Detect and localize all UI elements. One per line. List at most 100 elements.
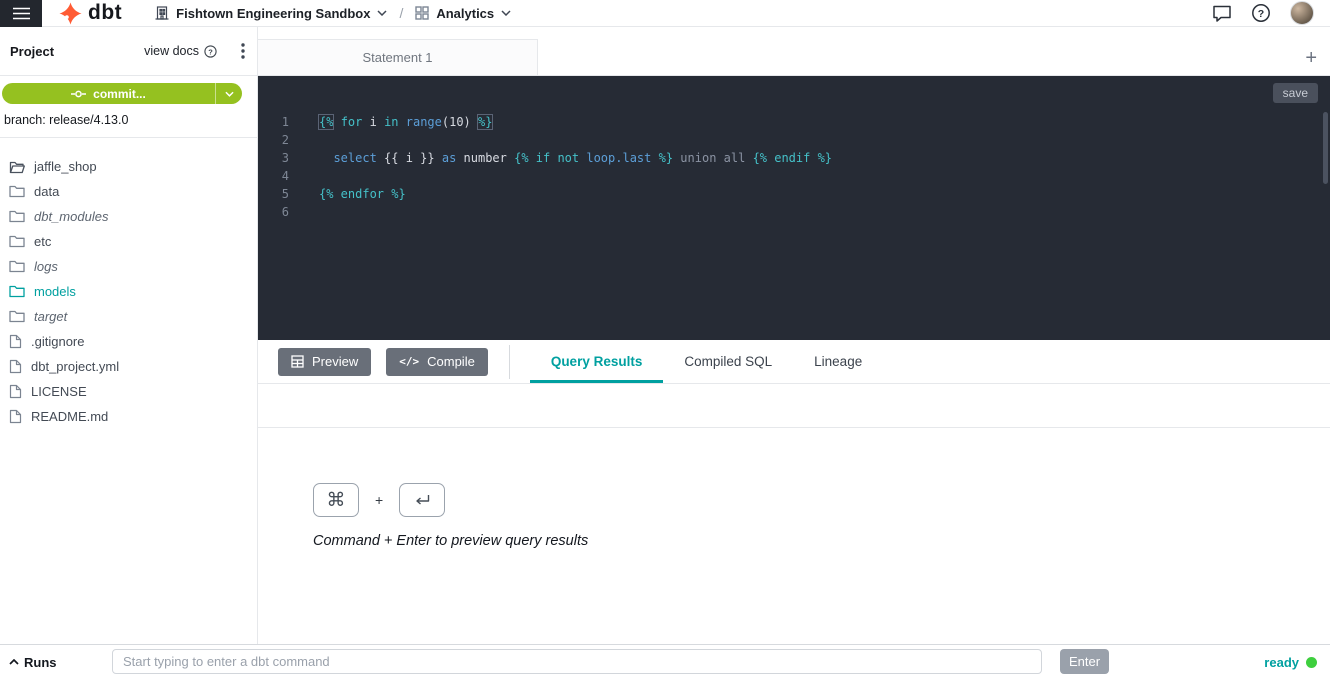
tree-item-label: jaffle_shop <box>34 159 97 174</box>
code-line[interactable]: {% endfor %} <box>319 185 832 203</box>
top-bar: dbt Fishtown Engineering Sandbox / <box>0 0 1330 27</box>
folder-icon <box>9 210 25 223</box>
tree-item-label: data <box>34 184 59 199</box>
file-icon <box>9 384 22 399</box>
tab-lineage[interactable]: Lineage <box>793 340 883 383</box>
tree-item-dbt-modules[interactable]: dbt_modules <box>0 204 257 229</box>
tab-query-results[interactable]: Query Results <box>530 340 664 383</box>
chevron-up-icon <box>9 659 19 665</box>
editor-pane: Statement 1 + save 123456 {% for i in ra… <box>258 27 1330 644</box>
command-key-icon: ⌘ <box>313 483 359 517</box>
keyboard-shortcut: ⌘ + <box>313 483 1330 517</box>
svg-text:?: ? <box>208 47 213 56</box>
hamburger-menu-button[interactable] <box>0 0 42 27</box>
table-icon <box>291 355 304 368</box>
help-icon[interactable]: ? <box>1251 3 1271 23</box>
scrollbar-thumb[interactable] <box>1323 112 1328 184</box>
tree-item-target[interactable]: target <box>0 304 257 329</box>
compile-button[interactable]: </> Compile <box>386 348 488 376</box>
tree-item-label: etc <box>34 234 51 249</box>
runs-toggle[interactable]: Runs <box>9 645 57 679</box>
results-panel: Preview </> Compile Query Results Compil… <box>258 340 1330 644</box>
project-selector[interactable]: Analytics <box>415 6 511 21</box>
user-avatar[interactable] <box>1290 1 1314 25</box>
new-tab-button[interactable]: + <box>1305 48 1317 68</box>
account-selector[interactable]: Fishtown Engineering Sandbox <box>155 6 387 21</box>
enter-button[interactable]: Enter <box>1060 649 1109 674</box>
line-number: 5 <box>258 185 289 203</box>
shortcut-hint: Command + Enter to preview query results <box>313 533 1330 549</box>
editor-tab-bar: Statement 1 + <box>258 27 1330 76</box>
file-tree: jaffle_shop data dbt_modules etc <box>0 138 257 429</box>
code-lines[interactable]: {% for i in range(10) %} select {{ i }} … <box>302 113 832 221</box>
dbt-cloud-ide: dbt Fishtown Engineering Sandbox / <box>0 0 1330 678</box>
grid-icon <box>415 6 429 20</box>
tree-item-gitignore[interactable]: .gitignore <box>0 329 257 354</box>
code-line[interactable]: {% for i in range(10) %} <box>319 113 832 131</box>
code-icon: </> <box>399 355 419 368</box>
code-line[interactable] <box>319 131 832 149</box>
editor-toolbar: save <box>258 76 1330 110</box>
tab-label: Statement 1 <box>362 50 432 65</box>
commit-button[interactable]: commit... <box>2 83 242 104</box>
tree-item-license[interactable]: LICENSE <box>0 379 257 404</box>
git-panel: commit... branch: release/4.13.0 <box>0 76 257 138</box>
results-tabs: Query Results Compiled SQL Lineage <box>530 340 883 383</box>
editor-scrollbar[interactable] <box>1322 112 1329 337</box>
tree-item-label: dbt_project.yml <box>31 359 119 374</box>
tree-item-logs[interactable]: logs <box>0 254 257 279</box>
code-line[interactable]: select {{ i }} as number {% if not loop.… <box>319 149 832 167</box>
results-subheader <box>258 384 1330 428</box>
save-button[interactable]: save <box>1273 83 1318 103</box>
hamburger-icon <box>13 7 30 20</box>
building-icon <box>155 6 169 20</box>
tree-item-jaffle-shop[interactable]: jaffle_shop <box>0 154 257 179</box>
tree-item-readme[interactable]: README.md <box>0 404 257 429</box>
project-name: Analytics <box>436 6 494 21</box>
dbt-logo[interactable]: dbt <box>59 2 122 25</box>
status-indicator: ready <box>1264 645 1317 679</box>
tab-statement-1[interactable]: Statement 1 <box>258 39 538 75</box>
results-content: ⌘ + Command + Enter to preview query res… <box>258 428 1330 644</box>
preview-button-label: Preview <box>312 354 358 369</box>
line-number: 6 <box>258 203 289 221</box>
file-icon <box>9 359 22 374</box>
tree-item-dbt-project-yml[interactable]: dbt_project.yml <box>0 354 257 379</box>
dbt-command-input[interactable] <box>112 649 1042 674</box>
file-icon <box>9 409 22 424</box>
code-area[interactable]: 123456 {% for i in range(10) %} select {… <box>258 110 1330 221</box>
tree-item-label: logs <box>34 259 58 274</box>
tree-item-models[interactable]: models <box>0 279 257 304</box>
tree-item-label: models <box>34 284 76 299</box>
account-name: Fishtown Engineering Sandbox <box>176 6 370 21</box>
svg-text:?: ? <box>1258 8 1264 20</box>
status-dot-icon <box>1306 657 1317 668</box>
line-number: 3 <box>258 149 289 167</box>
commit-dropdown-toggle[interactable] <box>215 83 242 104</box>
file-explorer-sidebar: Project view docs ? <box>0 27 258 644</box>
code-line[interactable] <box>319 167 832 185</box>
folder-icon <box>9 310 25 323</box>
tree-item-etc[interactable]: etc <box>0 229 257 254</box>
tree-item-label: target <box>34 309 67 324</box>
view-docs-label: view docs <box>144 44 199 58</box>
enter-key-icon <box>399 483 445 517</box>
view-docs-link[interactable]: view docs ? <box>144 44 217 58</box>
folder-icon <box>9 185 25 198</box>
results-toolbar: Preview </> Compile Query Results Compil… <box>258 340 1330 384</box>
folder-icon <box>9 285 25 298</box>
code-editor[interactable]: save 123456 {% for i in range(10) %} sel… <box>258 76 1330 340</box>
chat-icon[interactable] <box>1212 4 1232 23</box>
branch-label: branch: release/4.13.0 <box>2 113 257 127</box>
command-bar: Runs Enter ready <box>0 644 1330 678</box>
dbt-logo-icon <box>59 2 82 25</box>
code-line[interactable] <box>319 203 832 221</box>
line-number: 2 <box>258 131 289 149</box>
tree-item-data[interactable]: data <box>0 179 257 204</box>
breadcrumb-separator: / <box>399 5 403 21</box>
kebab-menu-icon[interactable] <box>239 41 247 61</box>
line-number: 1 <box>258 113 289 131</box>
preview-button[interactable]: Preview <box>278 348 371 376</box>
file-icon <box>9 334 22 349</box>
tab-compiled-sql[interactable]: Compiled SQL <box>663 340 793 383</box>
